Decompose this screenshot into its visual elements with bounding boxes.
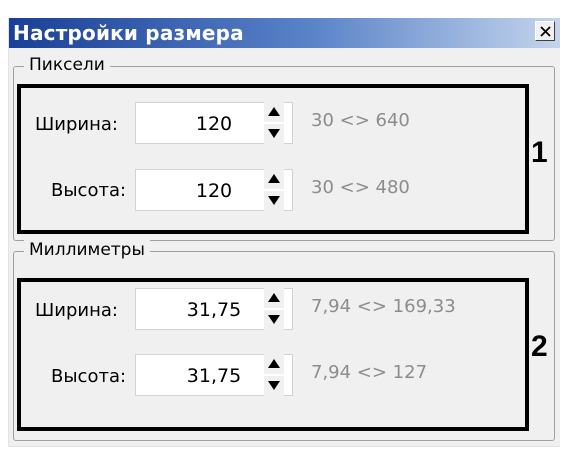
mm-height-range: 7,94 <> 127 — [311, 362, 428, 383]
mm-height-label: Высота: — [51, 366, 127, 387]
size-settings-dialog: Настройки размера Пиксели Ширина: 120 30… — [8, 18, 560, 447]
close-button[interactable] — [535, 21, 555, 41]
mm-height-spinner[interactable] — [264, 354, 284, 396]
mm-height-up-button[interactable] — [264, 354, 284, 374]
close-x-icon — [540, 26, 551, 37]
pixels-height-range: 30 <> 480 — [311, 177, 410, 198]
arrow-up-icon — [268, 293, 280, 302]
marker-1: 1 — [531, 136, 548, 169]
mm-width-label: Ширина: — [35, 300, 118, 321]
marker-2: 2 — [531, 330, 548, 363]
arrow-down-icon — [268, 381, 280, 390]
arrow-up-icon — [268, 107, 280, 116]
title-bar[interactable]: Настройки размера — [9, 18, 560, 48]
pixels-height-spinner[interactable] — [264, 169, 284, 211]
pixels-height-label: Высота: — [51, 180, 127, 201]
pixels-width-range: 30 <> 640 — [311, 110, 410, 131]
arrow-up-icon — [268, 174, 280, 183]
pixels-width-label: Ширина: — [35, 114, 118, 135]
mm-width-up-button[interactable] — [264, 288, 284, 308]
dialog-title: Настройки размера — [13, 21, 244, 45]
arrow-down-icon — [268, 129, 280, 138]
mm-width-down-button[interactable] — [264, 310, 284, 330]
arrow-down-icon — [268, 196, 280, 205]
arrow-down-icon — [268, 315, 280, 324]
pixels-group-title: Пиксели — [24, 54, 110, 76]
pixels-width-down-button[interactable] — [264, 124, 284, 144]
arrow-up-icon — [268, 359, 280, 368]
pixels-width-up-button[interactable] — [264, 102, 284, 122]
pixels-height-up-button[interactable] — [264, 169, 284, 189]
mm-width-spinner[interactable] — [264, 288, 284, 330]
mm-width-range: 7,94 <> 169,33 — [311, 296, 456, 317]
millimeters-group-title: Миллиметры — [24, 239, 150, 261]
pixels-height-down-button[interactable] — [264, 191, 284, 211]
mm-height-down-button[interactable] — [264, 376, 284, 396]
pixels-width-spinner[interactable] — [264, 102, 284, 144]
